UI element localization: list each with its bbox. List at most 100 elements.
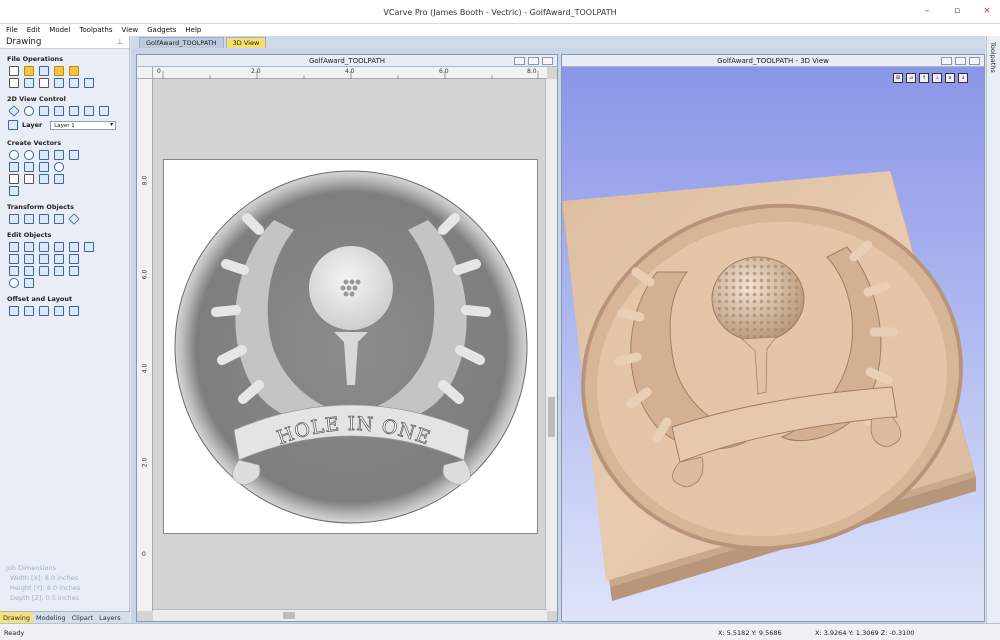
mirror-icon[interactable] bbox=[54, 254, 64, 264]
align-icon[interactable] bbox=[24, 214, 34, 224]
transform-row bbox=[0, 213, 129, 225]
view-2d-restore-button[interactable] bbox=[528, 57, 539, 65]
ellipse-icon[interactable] bbox=[24, 150, 34, 160]
circular-copy-icon[interactable] bbox=[39, 306, 49, 316]
3d-viewport[interactable]: ⊞ ⊿ ↑ ⊥ x ↓ bbox=[562, 67, 984, 621]
text-autolayout-icon[interactable] bbox=[39, 174, 49, 184]
redo-icon[interactable] bbox=[84, 78, 94, 88]
open-recent-icon[interactable] bbox=[54, 66, 64, 76]
cursor-coords-2d: X: 5.5182 Y: 9.5686 bbox=[718, 629, 782, 637]
menu-toolpaths[interactable]: Toolpaths bbox=[79, 26, 112, 34]
polyline-icon[interactable] bbox=[9, 162, 19, 172]
node-edit-icon[interactable] bbox=[9, 186, 19, 196]
layer-select[interactable]: Layer 1 bbox=[50, 120, 117, 130]
offset-icon[interactable] bbox=[9, 278, 19, 288]
toolpaths-panel[interactable]: Toolpaths bbox=[986, 36, 1000, 623]
menu-edit[interactable]: Edit bbox=[27, 26, 41, 34]
zoom-fit-icon[interactable] bbox=[54, 106, 64, 116]
text-icon[interactable] bbox=[9, 174, 19, 184]
horizontal-scrollbar[interactable] bbox=[153, 609, 547, 621]
move-icon[interactable] bbox=[9, 214, 19, 224]
delete-icon[interactable] bbox=[54, 78, 64, 88]
copy-icon[interactable] bbox=[9, 78, 19, 88]
grid-icon[interactable] bbox=[99, 106, 109, 116]
view-3d-restore-button[interactable] bbox=[955, 57, 966, 65]
cut-vector-icon[interactable] bbox=[69, 254, 79, 264]
text-on-curve-icon[interactable] bbox=[24, 174, 34, 184]
ruler-h-label: 8.0 bbox=[527, 68, 537, 75]
spiral-icon[interactable] bbox=[54, 162, 64, 172]
view-toggle-icon[interactable] bbox=[84, 106, 94, 116]
pin-icon[interactable]: ⊥ bbox=[117, 36, 123, 49]
join-icon[interactable] bbox=[9, 254, 19, 264]
menu-gadgets[interactable]: Gadgets bbox=[147, 26, 176, 34]
intersect-icon[interactable] bbox=[69, 242, 79, 252]
dimension-icon[interactable] bbox=[54, 174, 64, 184]
menu-view[interactable]: View bbox=[121, 26, 138, 34]
save-icon[interactable] bbox=[39, 66, 49, 76]
menu-help[interactable]: Help bbox=[185, 26, 201, 34]
view-3d-minimize-button[interactable] bbox=[941, 57, 952, 65]
step-repeat-icon[interactable] bbox=[69, 306, 79, 316]
ungroup-icon[interactable] bbox=[24, 242, 34, 252]
group-icon[interactable] bbox=[9, 242, 19, 252]
rotate-icon[interactable] bbox=[54, 214, 64, 224]
arrow-icon[interactable] bbox=[69, 266, 79, 276]
pan-icon[interactable] bbox=[8, 105, 20, 117]
circle-icon[interactable] bbox=[9, 150, 19, 160]
fit-curves-icon[interactable] bbox=[24, 278, 34, 288]
tab-clipart[interactable]: Clipart bbox=[69, 612, 96, 623]
title-bar: VCarve Pro (James Booth - Vectric) - Gol… bbox=[0, 0, 1000, 24]
open-folder-icon[interactable] bbox=[24, 66, 34, 76]
smooth-icon[interactable] bbox=[39, 254, 49, 264]
close-vector-icon[interactable] bbox=[24, 254, 34, 264]
document-tabs: GolfAward_TOOLPATH 3D View bbox=[131, 36, 985, 48]
view-3d-close-button[interactable] bbox=[969, 57, 980, 65]
zoom-box-icon[interactable] bbox=[39, 106, 49, 116]
import-icon[interactable] bbox=[69, 66, 79, 76]
horizontal-scroll-thumb[interactable] bbox=[283, 612, 295, 619]
nesting-icon[interactable] bbox=[54, 306, 64, 316]
new-file-icon[interactable] bbox=[9, 66, 19, 76]
view-2d-close-button[interactable] bbox=[542, 57, 553, 65]
view-2d-minimize-button[interactable] bbox=[514, 57, 525, 65]
offset-vector-icon[interactable] bbox=[9, 306, 19, 316]
menu-file[interactable]: File bbox=[6, 26, 18, 34]
file-ops-row-2 bbox=[0, 77, 129, 89]
tab-2d-view[interactable]: GolfAward_TOOLPATH bbox=[139, 37, 224, 48]
tab-drawing[interactable]: Drawing bbox=[0, 612, 34, 623]
close-button[interactable]: × bbox=[982, 6, 992, 16]
array-copy-icon[interactable] bbox=[24, 306, 34, 316]
maximize-button[interactable]: ▫ bbox=[952, 6, 962, 16]
rectangle-icon[interactable] bbox=[39, 150, 49, 160]
offset-layout-row bbox=[0, 305, 129, 317]
view-2d-window: GolfAward_TOOLPATH 0 2.0 4.0 6.0 8.0 8.0… bbox=[136, 54, 558, 622]
vertical-scroll-thumb[interactable] bbox=[548, 397, 555, 437]
distort-icon[interactable] bbox=[68, 213, 80, 225]
fillet-icon[interactable] bbox=[9, 266, 19, 276]
paste-icon[interactable] bbox=[39, 78, 49, 88]
vertical-scrollbar[interactable] bbox=[545, 79, 557, 611]
undo-icon[interactable] bbox=[69, 78, 79, 88]
tab-modeling[interactable]: Modeling bbox=[33, 612, 69, 623]
scale-icon[interactable] bbox=[39, 214, 49, 224]
minimize-button[interactable]: – bbox=[922, 6, 932, 16]
star-icon[interactable] bbox=[69, 150, 79, 160]
weld-icon[interactable] bbox=[39, 242, 49, 252]
cut-icon[interactable] bbox=[24, 78, 34, 88]
subtract-icon[interactable] bbox=[54, 242, 64, 252]
tab-layers[interactable]: Layers bbox=[96, 612, 124, 623]
zoom-icon[interactable] bbox=[24, 106, 34, 116]
drawing-canvas[interactable]: HOLE IN ONE bbox=[153, 79, 547, 611]
tab-icon[interactable] bbox=[54, 266, 64, 276]
chamfer-icon[interactable] bbox=[24, 266, 34, 276]
trim-icon[interactable] bbox=[84, 242, 94, 252]
curve-icon[interactable] bbox=[24, 162, 34, 172]
tab-3d-view[interactable]: 3D View bbox=[225, 37, 267, 48]
arc-icon[interactable] bbox=[39, 162, 49, 172]
job-dimensions-title: Job Dimensions bbox=[6, 564, 57, 572]
zoom-material-icon[interactable] bbox=[69, 106, 79, 116]
extend-icon[interactable] bbox=[39, 266, 49, 276]
menu-model[interactable]: Model bbox=[49, 26, 70, 34]
polygon-icon[interactable] bbox=[54, 150, 64, 160]
